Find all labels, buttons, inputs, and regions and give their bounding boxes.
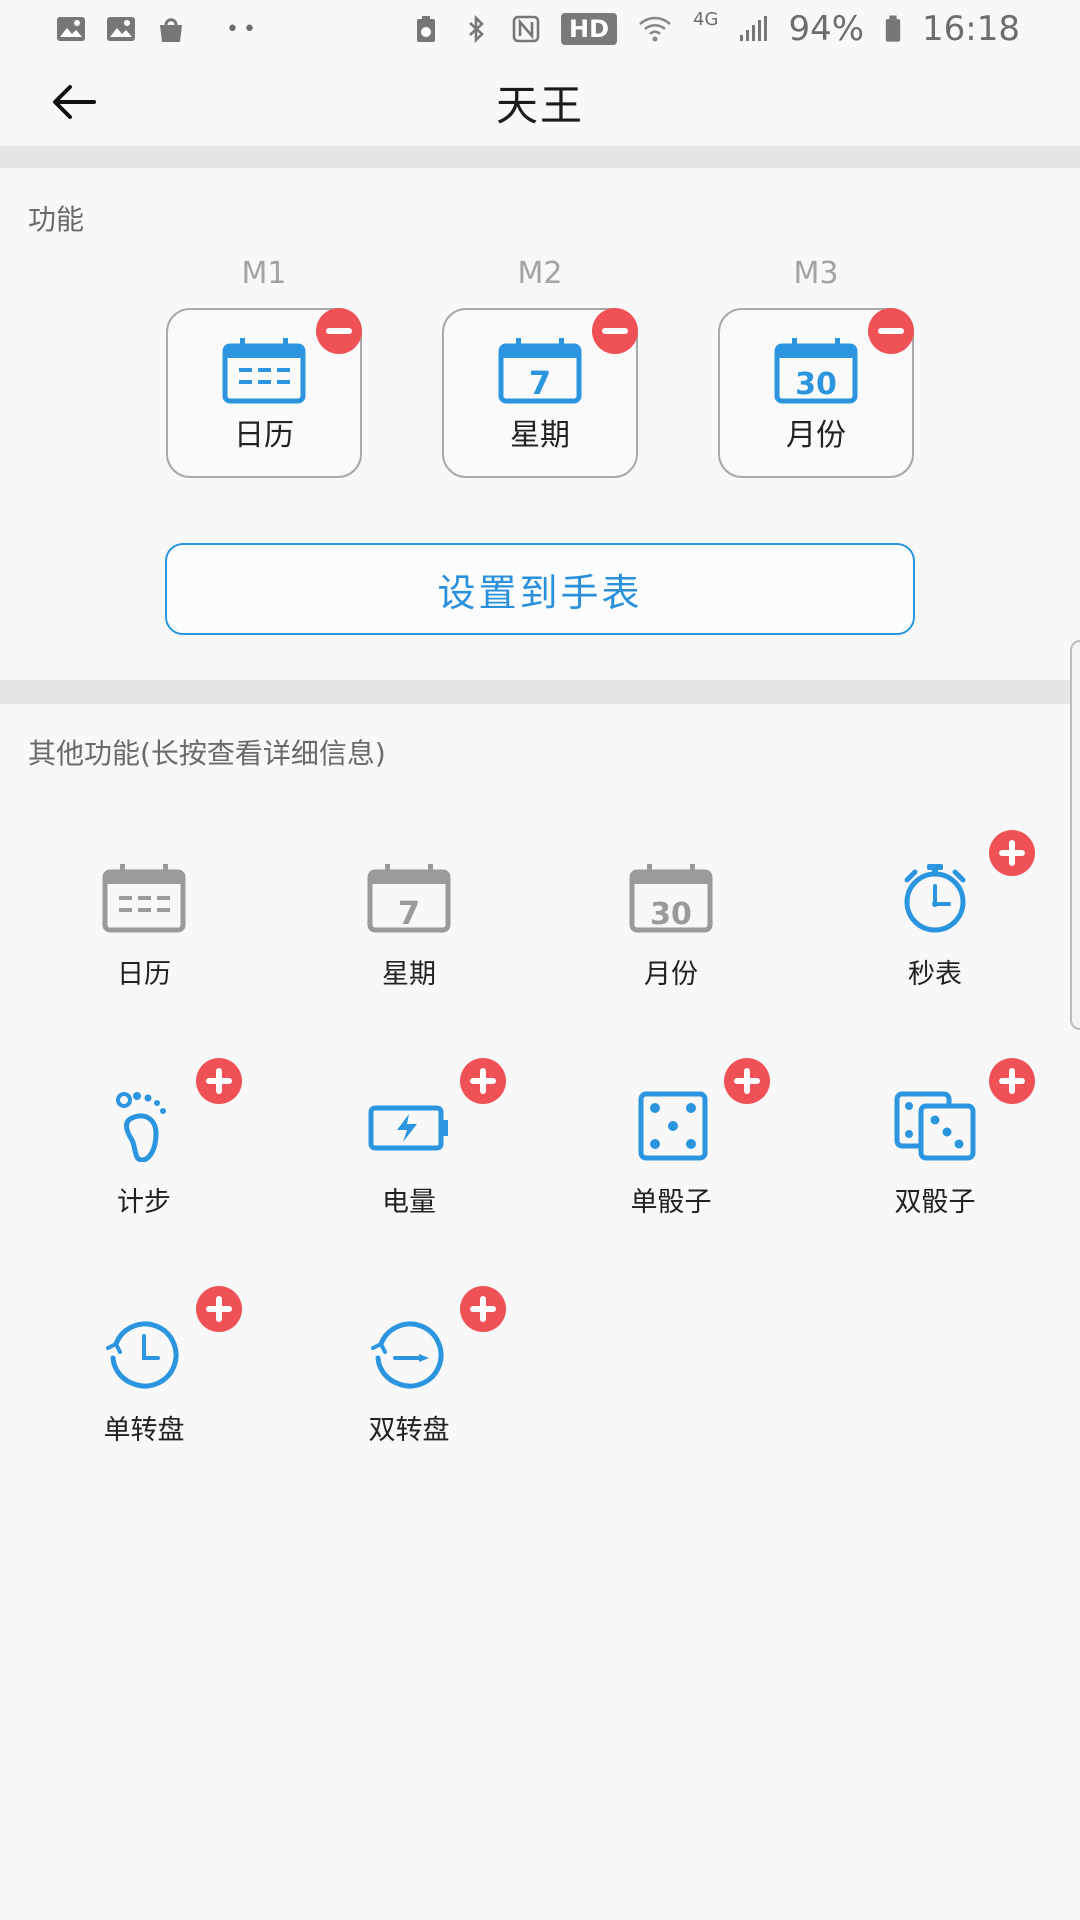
add-single-dice-button[interactable] [724, 1058, 770, 1104]
weekday-icon: 7 [367, 864, 451, 933]
weekday-icon: 7 [498, 338, 582, 404]
double-dice-icon [894, 1091, 976, 1161]
remove-slot-m1-button[interactable] [316, 308, 362, 354]
nfc-icon [512, 15, 540, 43]
double-dial-icon [371, 1321, 444, 1389]
feature-label: 双骰子 [894, 1187, 976, 1218]
feature-label: 双转盘 [368, 1415, 450, 1446]
svg-text:30: 30 [795, 367, 837, 402]
image-notification-icon [57, 17, 85, 41]
svg-text:30: 30 [650, 897, 692, 932]
wifi-icon [639, 16, 671, 42]
bluetooth-icon [469, 15, 484, 43]
scroll-handle[interactable] [1070, 640, 1080, 1030]
slot-tag: M1 [241, 256, 287, 291]
page-title: 天王 [495, 80, 584, 130]
slot-tag: M2 [517, 256, 563, 291]
feature-label: 秒表 [908, 959, 962, 990]
svg-text:7: 7 [398, 894, 420, 932]
feature-month[interactable]: 30 月份 [571, 862, 771, 991]
footprint-icon [116, 1092, 166, 1163]
back-arrow-icon [53, 85, 96, 119]
single-dial-icon [106, 1321, 179, 1389]
battery-icon [885, 15, 901, 42]
section-divider [0, 680, 1080, 704]
network-type-label: 4G [693, 8, 719, 30]
feature-double-dial[interactable]: 双转盘 [309, 1318, 509, 1447]
single-dice-icon [638, 1091, 708, 1161]
feature-double-dice[interactable]: 双骰子 [835, 1090, 1035, 1219]
add-double-dice-button[interactable] [989, 1058, 1035, 1104]
feature-label: 星期 [382, 959, 436, 990]
battery-percent: 94% [788, 9, 865, 49]
remove-slot-m3-button[interactable] [868, 308, 914, 354]
feature-stopwatch[interactable]: 秒表 [835, 862, 1035, 991]
feature-label: 单转盘 [103, 1415, 185, 1446]
add-single-dial-button[interactable] [196, 1286, 242, 1332]
feature-label: 月份 [644, 959, 698, 990]
calendar-icon [102, 864, 186, 933]
status-time: 16:18 [922, 9, 1020, 49]
stopwatch-icon [904, 864, 966, 933]
section-divider [0, 146, 1080, 168]
feature-label: 电量 [382, 1187, 436, 1218]
feature-step-counter[interactable]: 计步 [44, 1090, 244, 1219]
feature-single-dice[interactable]: 单骰子 [571, 1090, 771, 1219]
image-notification-icon-2 [107, 17, 135, 41]
feature-battery[interactable]: 电量 [309, 1090, 509, 1219]
slot-m3: M3 30 月份 [718, 254, 914, 478]
status-left: •• [56, 15, 260, 43]
app-header: 天王 [0, 58, 1080, 146]
hd-voice-badge: HD [561, 13, 618, 45]
signal-strength-icon [740, 16, 768, 41]
feature-label: 单骰子 [630, 1187, 712, 1218]
add-stopwatch-button[interactable] [989, 830, 1035, 876]
feature-label: 计步 [117, 1187, 171, 1218]
slot-tag: M3 [793, 256, 839, 291]
month-icon: 30 [629, 864, 713, 933]
feature-single-dial[interactable]: 单转盘 [44, 1318, 244, 1447]
month-icon: 30 [774, 338, 858, 404]
slot-m2: M2 7 星期 [442, 254, 638, 478]
other-functions-section-label: 其他功能(长按查看详细信息) [28, 737, 386, 770]
svg-text:7: 7 [529, 364, 551, 402]
more-notifications-dots: •• [226, 16, 260, 42]
battery-saver-icon [417, 16, 436, 42]
feature-calendar[interactable]: 日历 [44, 862, 244, 991]
battery-icon [368, 1105, 448, 1151]
status-right: HD 4G 94% 16:18 [411, 9, 1020, 49]
slot-label: 星期 [510, 418, 570, 453]
feature-weekday[interactable]: 7 星期 [309, 862, 509, 991]
status-bar: •• HD 4G 94% 16:18 [0, 0, 1080, 58]
calendar-icon [222, 338, 306, 404]
add-step-counter-button[interactable] [196, 1058, 242, 1104]
set-to-watch-button[interactable]: 设置到手表 [165, 543, 915, 635]
back-button[interactable] [48, 76, 100, 128]
slot-m1: M1 日历 [166, 254, 362, 478]
add-battery-button[interactable] [460, 1058, 506, 1104]
shopping-bag-icon [160, 18, 182, 42]
feature-label: 日历 [117, 959, 171, 990]
functions-section-label: 功能 [28, 203, 85, 236]
slot-label: 月份 [786, 418, 846, 453]
slot-label: 日历 [234, 418, 294, 453]
remove-slot-m2-button[interactable] [592, 308, 638, 354]
add-double-dial-button[interactable] [460, 1286, 506, 1332]
